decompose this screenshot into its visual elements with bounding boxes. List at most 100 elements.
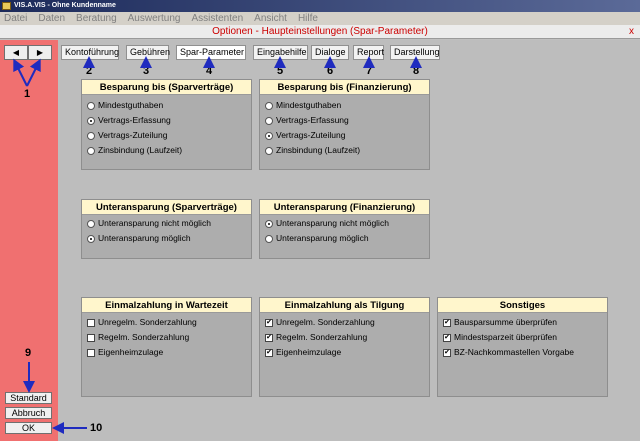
radio-icon <box>265 219 273 228</box>
dialog-title-bar: Optionen - Haupteinstellungen (Spar-Para… <box>0 25 640 39</box>
checkbox-icon <box>87 333 95 342</box>
panel-title: Besparung bis (Finanzierung) <box>260 80 429 95</box>
radio-option[interactable]: Vertrags-Erfassung <box>260 113 429 128</box>
checkbox-option[interactable]: ✔ Mindestsparzeit überprüfen <box>438 330 607 345</box>
panel-sonstiges: Sonstiges ✔ Bausparsumme überprüfen ✔ Mind… <box>437 297 608 397</box>
callout-6: 6 <box>327 65 334 77</box>
menu-hilfe[interactable]: Hilfe <box>298 12 318 25</box>
callout-10: 10 <box>90 422 103 434</box>
close-icon[interactable]: x <box>629 25 634 39</box>
radio-option[interactable]: Unteransparung nicht möglich <box>82 216 251 231</box>
checkbox-option[interactable]: Eigenheimzulage <box>82 345 251 360</box>
checkbox-option[interactable]: ✔ Eigenheimzulage <box>260 345 429 360</box>
menubar: Datei Daten Beratung Auswertung Assisten… <box>0 12 640 25</box>
app-icon <box>2 2 11 10</box>
panel-title: Besparung bis (Sparverträge) <box>82 80 251 95</box>
tab-spar-parameter[interactable]: Spar-Parameter <box>176 45 246 60</box>
option-label: Vertrags-Zuteilung <box>98 130 168 140</box>
option-label: Unteransparung nicht möglich <box>276 218 389 228</box>
option-label: Unregelm. Sonderzahlung <box>276 317 375 327</box>
checkbox-option[interactable]: Unregelm. Sonderzahlung <box>82 315 251 330</box>
ok-button[interactable]: OK <box>5 422 52 434</box>
option-label: Mindestguthaben <box>276 100 342 110</box>
callout-5: 5 <box>277 65 284 77</box>
panel-unter-spar: Unteransparung (Sparverträge) Unteranspa… <box>81 199 252 259</box>
panel-title: Einmalzahlung in Wartezeit <box>82 298 251 313</box>
tab-dialoge[interactable]: Dialoge <box>311 45 349 60</box>
radio-icon <box>265 234 273 243</box>
option-label: Regelm. Sonderzahlung <box>98 332 190 342</box>
checkmark-icon: ✔ <box>443 348 451 357</box>
radio-option[interactable]: Unteransparung nicht möglich <box>260 216 429 231</box>
checkbox-option[interactable]: ✔ Regelm. Sonderzahlung <box>260 330 429 345</box>
option-label: Zinsbindung (Laufzeit) <box>98 145 183 155</box>
menu-ansicht[interactable]: Ansicht <box>254 12 287 25</box>
panel-unter-fin: Unteransparung (Finanzierung) Unteranspa… <box>259 199 430 259</box>
radio-option[interactable]: Vertrags-Erfassung <box>82 113 251 128</box>
tab-darstellung[interactable]: Darstellung <box>390 45 440 60</box>
radio-option[interactable]: Vertrags-Zuteilung <box>260 128 429 143</box>
menu-daten[interactable]: Daten <box>38 12 65 25</box>
checkbox-option[interactable]: ✔ Bausparsumme überprüfen <box>438 315 607 330</box>
menu-beratung[interactable]: Beratung <box>76 12 117 25</box>
radio-option[interactable]: Unteransparung möglich <box>82 231 251 246</box>
radio-icon <box>87 131 95 140</box>
window-titlebar: VIS.A.VIS - Ohne Kundenname <box>0 0 640 12</box>
panel-einmal-wartezeit: Einmalzahlung in Wartezeit Unregelm. Son… <box>81 297 252 397</box>
callout-3: 3 <box>143 65 150 77</box>
panel-besparung-fin: Besparung bis (Finanzierung) Mindestguth… <box>259 79 430 170</box>
sidebar <box>0 40 58 441</box>
radio-icon <box>87 101 95 110</box>
standard-button[interactable]: Standard <box>5 392 52 404</box>
callout-8: 8 <box>413 65 420 77</box>
option-label: Vertrags-Erfassung <box>98 115 171 125</box>
prev-arrow-button[interactable]: ◀ <box>4 45 28 60</box>
panel-title: Unteransparung (Sparverträge) <box>82 200 251 215</box>
checkbox-option[interactable]: ✔ Unregelm. Sonderzahlung <box>260 315 429 330</box>
radio-option[interactable]: Mindestguthaben <box>260 98 429 113</box>
tab-report[interactable]: Report <box>353 45 384 60</box>
nav-arrows: ◀ ▶ <box>4 45 52 60</box>
radio-icon <box>265 131 273 140</box>
next-arrow-button[interactable]: ▶ <box>28 45 52 60</box>
option-label: Unteransparung möglich <box>276 233 369 243</box>
radio-option[interactable]: Mindestguthaben <box>82 98 251 113</box>
callout-7: 7 <box>366 65 373 77</box>
radio-icon <box>87 116 95 125</box>
option-label: Mindestguthaben <box>98 100 164 110</box>
checkmark-icon: ✔ <box>443 333 451 342</box>
tab-kontofuehrung[interactable]: Kontoführung <box>61 45 119 60</box>
radio-option[interactable]: Zinsbindung (Laufzeit) <box>260 143 429 158</box>
radio-option[interactable]: Unteransparung möglich <box>260 231 429 246</box>
checkmark-icon: ✔ <box>265 318 273 327</box>
checkbox-icon <box>87 318 95 327</box>
checkmark-icon: ✔ <box>265 333 273 342</box>
abbruch-button[interactable]: Abbruch <box>5 407 52 419</box>
tab-gebuehren[interactable]: Gebühren <box>126 45 170 60</box>
checkbox-option[interactable]: Regelm. Sonderzahlung <box>82 330 251 345</box>
menu-assistenten[interactable]: Assistenten <box>191 12 243 25</box>
checkmark-icon: ✔ <box>265 348 273 357</box>
option-label: Vertrags-Erfassung <box>276 115 349 125</box>
tab-eingabehilfe[interactable]: Eingabehilfe <box>253 45 308 60</box>
panel-title: Sonstiges <box>438 298 607 313</box>
callout-9: 9 <box>25 347 32 359</box>
radio-icon <box>265 101 273 110</box>
dialog-title: Optionen - Haupteinstellungen (Spar-Para… <box>212 26 428 37</box>
option-label: Zinsbindung (Laufzeit) <box>276 145 361 155</box>
checkbox-option[interactable]: ✔ BZ-Nachkommastellen Vorgabe <box>438 345 607 360</box>
option-label: Unregelm. Sonderzahlung <box>98 317 197 327</box>
option-label: Regelm. Sonderzahlung <box>276 332 368 342</box>
panel-title: Einmalzahlung als Tilgung <box>260 298 429 313</box>
callout-2: 2 <box>86 65 93 77</box>
radio-icon <box>87 234 95 243</box>
radio-option[interactable]: Zinsbindung (Laufzeit) <box>82 143 251 158</box>
radio-option[interactable]: Vertrags-Zuteilung <box>82 128 251 143</box>
option-label: Mindestsparzeit überprüfen <box>454 332 558 342</box>
option-label: Bausparsumme überprüfen <box>454 317 558 327</box>
option-label: Vertrags-Zuteilung <box>276 130 346 140</box>
radio-icon <box>265 146 273 155</box>
menu-auswertung[interactable]: Auswertung <box>128 12 181 25</box>
menu-datei[interactable]: Datei <box>4 12 27 25</box>
checkbox-icon <box>87 348 95 357</box>
